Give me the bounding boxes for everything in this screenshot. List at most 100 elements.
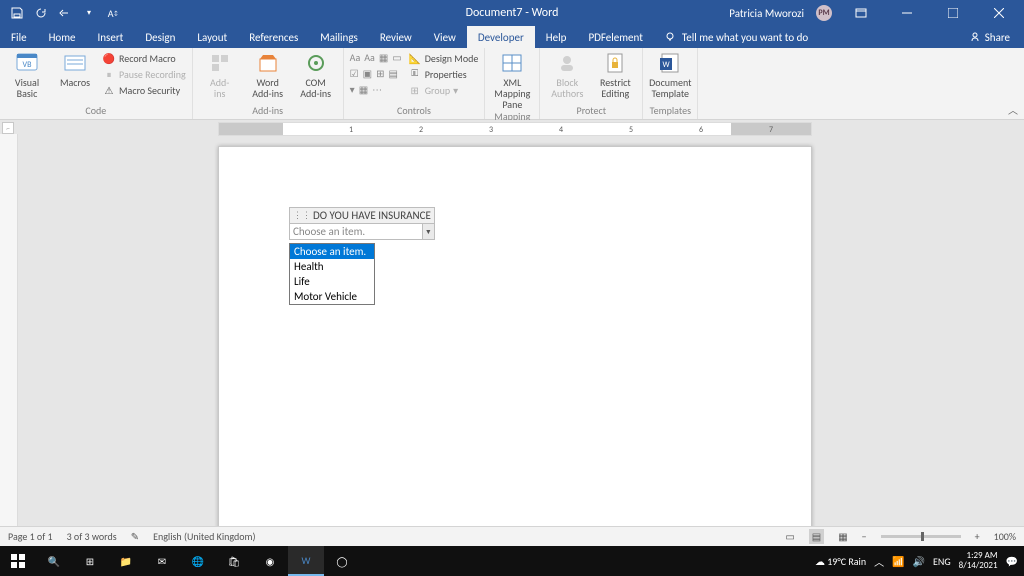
content-control-value: Choose an item. (290, 224, 422, 239)
minimize-button[interactable] (890, 0, 924, 26)
zoom-out-button[interactable]: − (862, 530, 867, 543)
clock[interactable]: 1:29 AM 8/14/2021 (959, 551, 998, 571)
notifications-icon[interactable]: 💬 (1006, 555, 1018, 568)
dropdown-option-3[interactable]: Motor Vehicle (290, 289, 374, 304)
language[interactable]: English (United Kingdom) (153, 530, 256, 543)
word-addins-button[interactable]: Word Add-ins (247, 51, 289, 99)
page[interactable]: ⋮⋮ DO YOU HAVE INSURANCE Choose an item.… (218, 146, 812, 526)
touch-mode-icon[interactable]: A↕ (106, 6, 120, 20)
template-icon: W (656, 51, 684, 75)
refresh-icon[interactable] (34, 6, 48, 20)
tab-help[interactable]: Help (535, 26, 578, 48)
taskbar-app-store[interactable]: 🛍 (216, 546, 252, 576)
taskbar-app-word[interactable]: W (288, 546, 324, 576)
content-control-body[interactable]: Choose an item. ▼ (289, 224, 435, 240)
macro-security-button[interactable]: ⚠Macro Security (102, 83, 186, 97)
dropdown-toggle-button[interactable]: ▼ (422, 224, 434, 239)
group-controls-button: ⊞Group ▾ (408, 83, 479, 97)
macros-button[interactable]: Macros (54, 51, 96, 88)
clock-date: 8/14/2021 (959, 561, 998, 571)
document-area[interactable]: ⋮⋮ DO YOU HAVE INSURANCE Choose an item.… (18, 136, 1024, 526)
language-indicator[interactable]: ENG (933, 555, 951, 568)
tab-developer[interactable]: Developer (467, 26, 535, 48)
group-protect: Block Authors Restrict Editing Protect (540, 48, 643, 119)
vertical-ruler[interactable] (0, 134, 18, 526)
taskbar-app-other[interactable]: ◯ (324, 546, 360, 576)
dropdown-option-0[interactable]: Choose an item. (290, 244, 374, 259)
tab-insert[interactable]: Insert (87, 26, 135, 48)
weather-widget[interactable]: ☁ 19°C Rain (815, 555, 866, 568)
start-button[interactable] (0, 546, 36, 576)
zoom-in-button[interactable]: + (975, 530, 980, 543)
zoom-level[interactable]: 100% (994, 530, 1016, 543)
user-name[interactable]: Patricia Mworozi (729, 7, 804, 20)
tab-pdfelement[interactable]: PDFelement (577, 26, 653, 48)
record-macro-button[interactable]: 🔴Record Macro (102, 51, 186, 65)
taskbar-app-mail[interactable]: ✉ (144, 546, 180, 576)
store-icon (254, 51, 282, 75)
ribbon-tabs: File Home Insert Design Layout Reference… (0, 26, 1024, 48)
group-code: VB Visual Basic Macros 🔴Record Macro ⏸Pa… (0, 48, 193, 119)
document-title: Document7 - Word (466, 6, 559, 20)
group-templates-label: Templates (649, 104, 691, 118)
warning-icon: ⚠ (102, 83, 116, 97)
document-template-button[interactable]: W Document Template (649, 51, 691, 99)
tab-mailings[interactable]: Mailings (309, 26, 369, 48)
web-layout-icon[interactable]: ▦ (838, 530, 847, 543)
network-icon[interactable]: 📶 (892, 555, 904, 568)
tab-references[interactable]: References (238, 26, 309, 48)
volume-icon[interactable]: 🔊 (913, 555, 925, 568)
save-icon[interactable] (10, 6, 24, 20)
print-layout-icon[interactable]: ▤ (809, 529, 824, 544)
tab-view[interactable]: View (423, 26, 467, 48)
tab-home[interactable]: Home (38, 26, 87, 48)
workspace: ⌐ 1 2 3 4 5 6 7 ⋮⋮ DO YOU HAVE INSURANCE… (0, 120, 1024, 526)
horizontal-ruler[interactable]: 1 2 3 4 5 6 7 (18, 122, 1024, 136)
share-button[interactable]: Share (969, 26, 1024, 48)
ribbon-display-icon[interactable] (844, 0, 878, 26)
undo-icon[interactable] (58, 6, 72, 20)
restrict-editing-button[interactable]: Restrict Editing (594, 51, 636, 99)
vb-icon: VB (13, 51, 41, 75)
com-addins-button[interactable]: COM Add-ins (295, 51, 337, 99)
zoom-slider[interactable] (881, 535, 961, 538)
dropdown-option-1[interactable]: Health (290, 259, 374, 274)
search-icon[interactable]: 🔍 (36, 546, 72, 576)
task-view-icon[interactable]: ⊞ (72, 546, 108, 576)
design-icon: 📐 (408, 51, 422, 65)
tab-design[interactable]: Design (134, 26, 186, 48)
taskbar-app-edge[interactable]: 🌐 (180, 546, 216, 576)
taskbar-app-explorer[interactable]: 📁 (108, 546, 144, 576)
visual-basic-button[interactable]: VB Visual Basic (6, 51, 48, 99)
read-mode-icon[interactable]: ▭ (785, 530, 794, 543)
close-button[interactable] (982, 0, 1016, 26)
group-templates: W Document Template Templates (643, 48, 698, 119)
controls-gallery-row2[interactable]: ☑▣⊞▤ (350, 67, 402, 80)
controls-gallery-row1[interactable]: AaAa▦▭ (350, 51, 402, 64)
xml-mapping-button[interactable]: XML Mapping Pane (491, 51, 533, 110)
tab-review[interactable]: Review (369, 26, 423, 48)
page-count[interactable]: Page 1 of 1 (8, 530, 53, 543)
user-avatar[interactable]: PM (816, 5, 832, 21)
lock-icon (601, 51, 629, 75)
cc-handle-icon[interactable]: ⋮⋮ (293, 210, 311, 221)
controls-gallery-row3[interactable]: ▾▦⋯ (350, 83, 402, 96)
maximize-button[interactable] (936, 0, 970, 26)
tab-file[interactable]: File (0, 26, 38, 48)
tab-layout[interactable]: Layout (186, 26, 238, 48)
vb-label: Visual Basic (15, 77, 39, 99)
group-icon: ⊞ (408, 83, 422, 97)
word-count[interactable]: 3 of 3 words (67, 530, 117, 543)
ruler-corner[interactable]: ⌐ (2, 122, 14, 134)
properties-button[interactable]: 🗉Properties (408, 67, 479, 81)
tell-me-search[interactable]: Tell me what you want to do (654, 26, 818, 48)
taskbar-app-chrome[interactable]: ◉ (252, 546, 288, 576)
dropdown-option-2[interactable]: Life (290, 274, 374, 289)
tray-chevron-icon[interactable]: ︿ (874, 554, 884, 569)
qat-dropdown-icon[interactable]: ▾ (82, 6, 96, 20)
design-mode-button[interactable]: 📐Design Mode (408, 51, 479, 65)
content-control-title-bar[interactable]: ⋮⋮ DO YOU HAVE INSURANCE (289, 207, 435, 224)
collapse-ribbon-icon[interactable]: ︿ (1008, 102, 1018, 117)
spellcheck-icon[interactable]: ✎ (131, 530, 139, 543)
ribbon: VB Visual Basic Macros 🔴Record Macro ⏸Pa… (0, 48, 1024, 120)
